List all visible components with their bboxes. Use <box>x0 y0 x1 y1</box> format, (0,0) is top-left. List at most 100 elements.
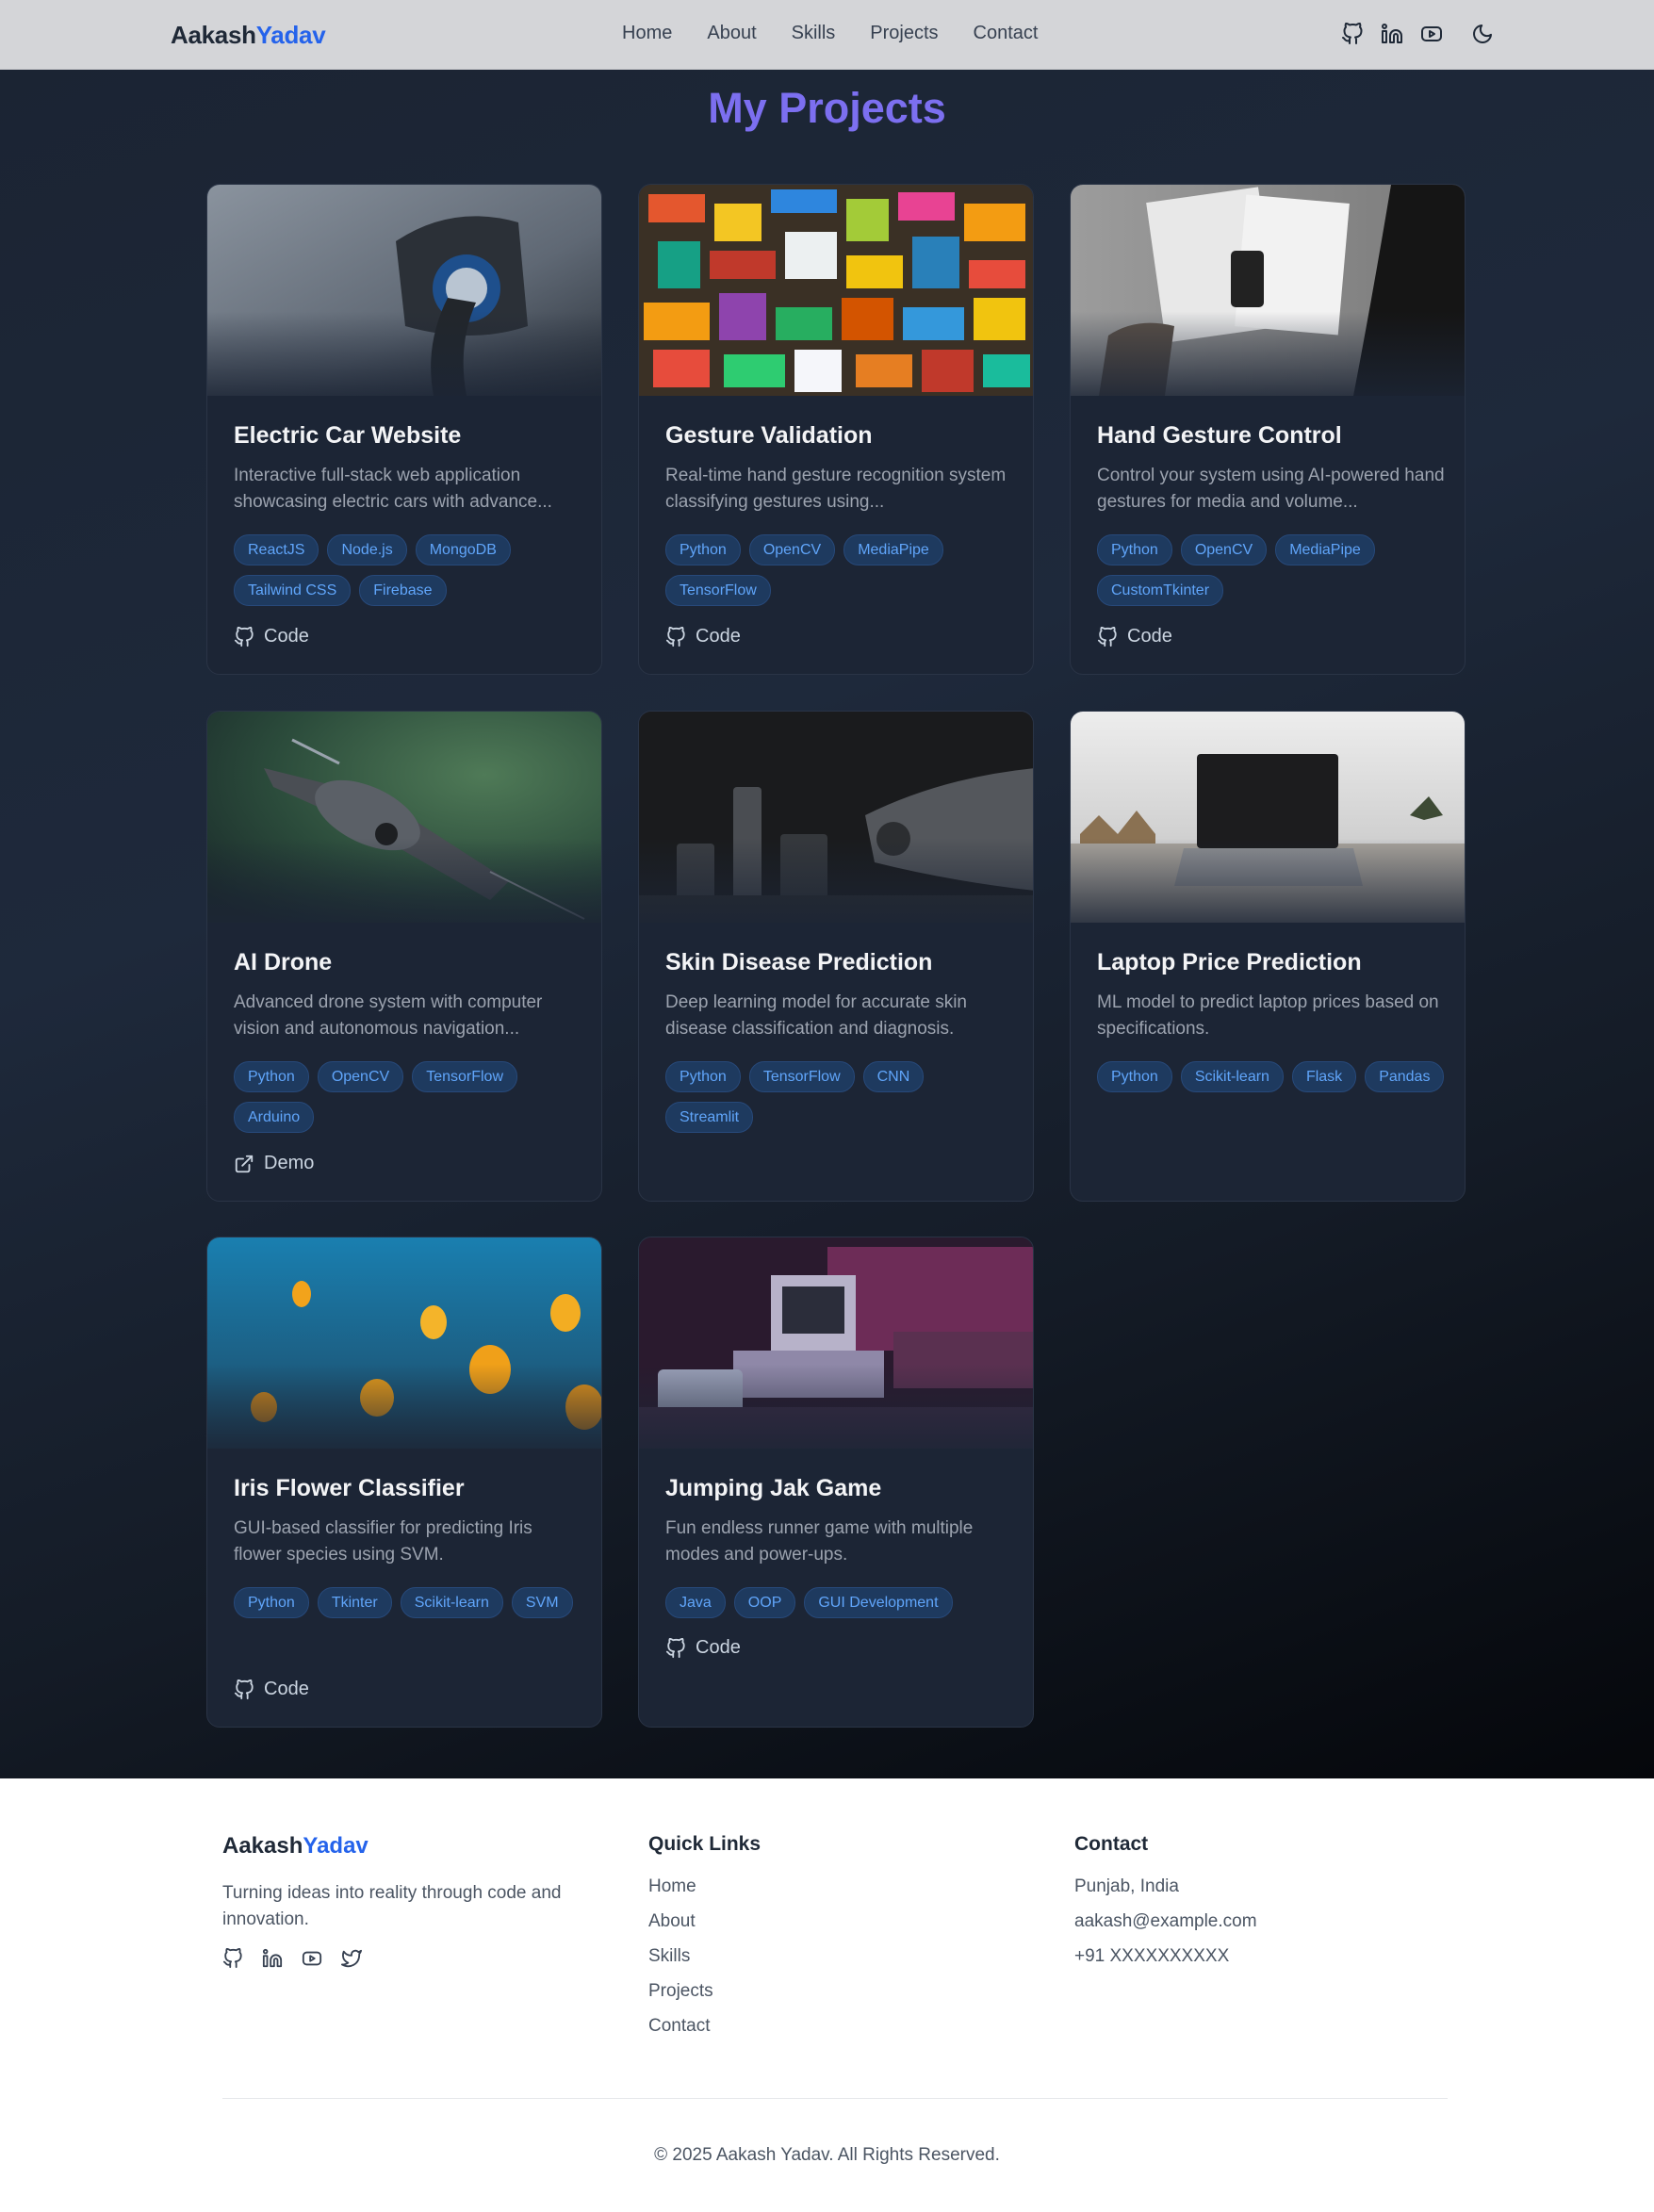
tech-tag: Python <box>665 1061 741 1092</box>
moon-icon[interactable] <box>1470 22 1495 46</box>
nav-links: Home About Skills Projects Contact <box>622 23 1038 44</box>
tech-tag: OpenCV <box>317 1061 404 1092</box>
project-card[interactable]: Hand Gesture Control Control your system… <box>1070 184 1466 675</box>
twitter-icon[interactable] <box>341 1948 364 1971</box>
project-description: Interactive full-stack web application s… <box>234 466 552 512</box>
external-link-icon <box>235 1155 254 1172</box>
tech-tag: CustomTkinter <box>1097 575 1224 606</box>
code-link[interactable]: Code <box>234 626 309 647</box>
logo-second: Yadav <box>255 21 326 49</box>
nav-link-skills[interactable]: Skills <box>792 23 836 44</box>
tech-tag: Node.js <box>327 534 407 565</box>
project-title: Laptop Price Prediction <box>1097 949 1362 975</box>
project-description: Control your system using AI-powered han… <box>1097 466 1445 512</box>
project-image-papers <box>1071 185 1465 396</box>
tech-tag: Scikit-learn <box>1180 1061 1284 1092</box>
tech-tag: OOP <box>733 1587 796 1618</box>
linkedin-icon[interactable] <box>1380 22 1404 46</box>
linkedin-icon[interactable] <box>262 1948 285 1971</box>
projects-section: My Projects Electric Car Website Interac… <box>0 70 1654 1778</box>
project-image-electric-car <box>207 185 601 396</box>
project-title: Skin Disease Prediction <box>665 949 933 975</box>
tech-tag: Java <box>665 1587 726 1618</box>
code-link-label: Code <box>696 626 741 647</box>
nav-link-projects[interactable]: Projects <box>870 23 938 44</box>
tech-tag: TensorFlow <box>412 1061 517 1092</box>
project-card[interactable]: AI Drone Advanced drone system with comp… <box>206 711 602 1202</box>
project-description: GUI-based classifier for predicting Iris… <box>234 1518 532 1565</box>
footer-logo-second: Yadav <box>303 1833 368 1859</box>
footer-link-home[interactable]: Home <box>648 1876 761 1897</box>
code-link-label: Code <box>264 1679 309 1699</box>
tech-tag: SVM <box>511 1587 573 1618</box>
footer-link-about[interactable]: About <box>648 1911 761 1932</box>
tech-tag: Scikit-learn <box>400 1587 503 1618</box>
github-icon[interactable] <box>1340 22 1365 46</box>
github-icon <box>665 1637 685 1658</box>
footer-link-projects[interactable]: Projects <box>648 1981 761 2002</box>
tech-tag: Streamlit <box>665 1102 754 1133</box>
project-tags: Python Tkinter Scikit-learn SVM <box>234 1587 582 1618</box>
project-card[interactable]: Skin Disease Prediction Deep learning mo… <box>638 711 1034 1202</box>
github-icon <box>665 626 685 647</box>
project-tags: ReactJS Node.js MongoDB Tailwind CSS Fir… <box>234 534 582 606</box>
code-link-label: Code <box>1127 626 1172 647</box>
tech-tag: Flask <box>1291 1061 1357 1092</box>
tech-tag: Python <box>234 1587 309 1618</box>
contact-phone: +91 XXXXXXXXXX <box>1074 1946 1230 1966</box>
footer: AakashYadav Turning ideas into reality t… <box>0 1778 1654 2212</box>
footer-brand: AakashYadav Turning ideas into reality t… <box>222 1833 599 1971</box>
site-logo[interactable]: AakashYadav <box>171 21 326 50</box>
nav-link-home[interactable]: Home <box>622 23 672 44</box>
code-link[interactable]: Code <box>234 1679 309 1700</box>
project-title: Iris Flower Classifier <box>234 1475 465 1501</box>
project-card[interactable]: Electric Car Website Interactive full-st… <box>206 184 602 675</box>
project-description: Real-time hand gesture recognition syste… <box>665 466 1007 512</box>
project-card[interactable]: Jumping Jak Game Fun endless runner game… <box>638 1237 1034 1728</box>
project-card[interactable]: Laptop Price Prediction ML model to pred… <box>1070 711 1466 1202</box>
github-icon <box>234 626 254 647</box>
project-card[interactable]: Iris Flower Classifier GUI-based classif… <box>206 1237 602 1728</box>
code-link[interactable]: Code <box>1097 626 1172 647</box>
github-icon <box>1097 626 1117 647</box>
demo-link[interactable]: Demo <box>234 1153 314 1174</box>
tech-tag: MediaPipe <box>843 534 943 565</box>
youtube-icon[interactable] <box>1419 22 1444 46</box>
project-description: Fun endless runner game with multiple mo… <box>665 1518 974 1565</box>
nav-link-about[interactable]: About <box>707 23 756 44</box>
tech-tag: Tkinter <box>317 1587 392 1618</box>
code-link-label: Code <box>696 1637 741 1658</box>
project-description: Deep learning model for accurate skin di… <box>665 992 968 1039</box>
code-link[interactable]: Code <box>665 1637 741 1659</box>
tech-tag: Python <box>665 534 741 565</box>
code-link[interactable]: Code <box>665 626 741 647</box>
project-tags: Python OpenCV MediaPipe TensorFlow <box>665 534 1014 606</box>
project-description: Advanced drone system with computer visi… <box>234 992 543 1039</box>
demo-link-label: Demo <box>264 1153 315 1173</box>
tech-tag: GUI Development <box>804 1587 953 1618</box>
footer-logo[interactable]: AakashYadav <box>222 1833 599 1860</box>
section-title: My Projects <box>708 84 946 132</box>
nav-link-contact[interactable]: Contact <box>974 23 1039 44</box>
footer-link-skills[interactable]: Skills <box>648 1946 761 1967</box>
youtube-icon[interactable] <box>302 1948 324 1971</box>
tech-tag: MongoDB <box>415 534 511 565</box>
project-card[interactable]: Gesture Validation Real-time hand gestur… <box>638 184 1034 675</box>
footer-quick-links: Quick Links Home About Skills Projects C… <box>648 1833 761 2051</box>
tech-tag: ReactJS <box>234 534 319 565</box>
navbar: AakashYadav Home About Skills Projects C… <box>0 0 1654 70</box>
project-title: Jumping Jak Game <box>665 1475 882 1501</box>
project-title: Electric Car Website <box>234 422 462 449</box>
nav-icons <box>1340 22 1495 46</box>
project-title: Hand Gesture Control <box>1097 422 1342 449</box>
tech-tag: Firebase <box>359 575 447 606</box>
footer-logo-first: Aakash <box>222 1833 303 1859</box>
project-tags: Python OpenCV TensorFlow Arduino <box>234 1061 582 1133</box>
tech-tag: Arduino <box>234 1102 315 1133</box>
project-image-lego <box>639 185 1033 396</box>
project-tags: Python TensorFlow CNN Streamlit <box>665 1061 1014 1133</box>
footer-link-contact[interactable]: Contact <box>648 2016 761 2037</box>
contact-location: Punjab, India <box>1074 1876 1179 1896</box>
code-link-label: Code <box>264 626 309 647</box>
github-icon[interactable] <box>222 1948 245 1971</box>
